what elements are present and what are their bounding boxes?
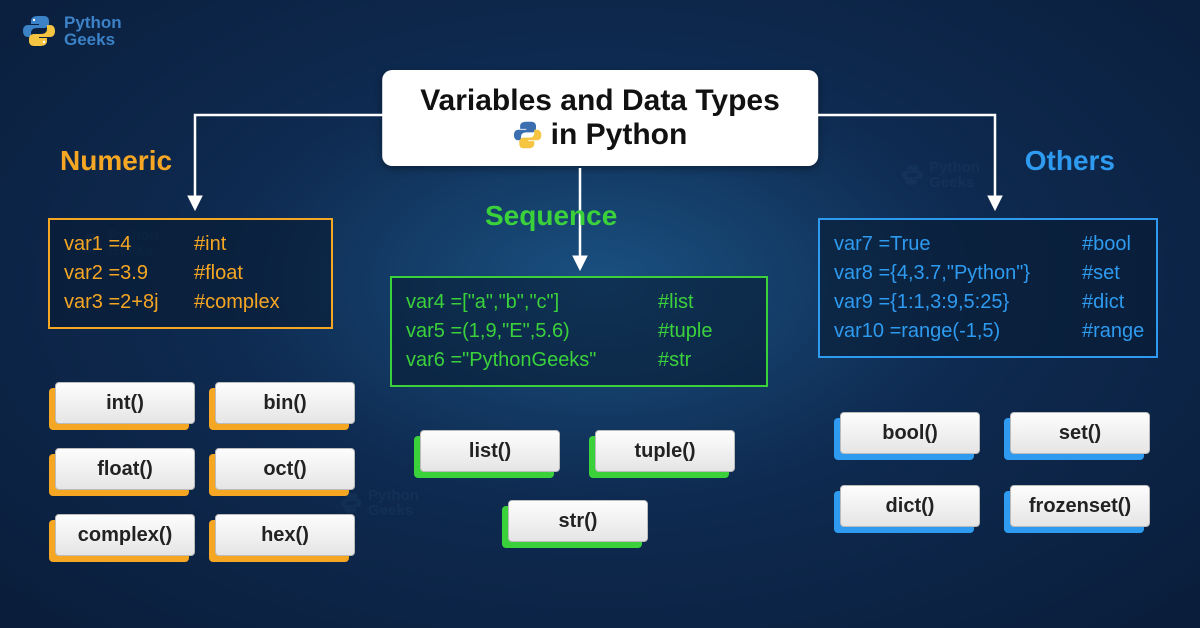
- brand-text-line2: Geeks: [64, 31, 122, 48]
- function-hex: hex(): [215, 514, 355, 556]
- code-row: var4 =["a","b","c"]#list: [406, 288, 752, 317]
- code-row: var1 =4#int: [64, 230, 317, 259]
- title-line2-text: in Python: [551, 118, 688, 152]
- diagram-title: Variables and Data Types in Python: [382, 70, 818, 166]
- code-box-others: var7 =True#bool var8 ={4,3.7,"Python"}#s…: [818, 218, 1158, 358]
- function-str: str(): [508, 500, 648, 542]
- code-row: var3 =2+8j#complex: [64, 288, 317, 317]
- function-oct: oct(): [215, 448, 355, 490]
- function-complex: complex(): [55, 514, 195, 556]
- category-label-sequence: Sequence: [485, 200, 617, 232]
- function-bool: bool(): [840, 412, 980, 454]
- code-row: var7 =True#bool: [834, 230, 1142, 259]
- title-line2: in Python: [420, 118, 780, 152]
- code-row: var10 =range(-1,5)#range: [834, 317, 1142, 346]
- arrow-to-others: [800, 110, 1020, 220]
- code-row: var2 =3.9#float: [64, 259, 317, 288]
- arrow-to-numeric: [180, 110, 400, 220]
- python-icon: [513, 120, 543, 150]
- brand-logo: Python Geeks: [22, 14, 122, 48]
- brand-text-line1: Python: [64, 14, 122, 31]
- function-bin: bin(): [215, 382, 355, 424]
- code-row: var8 ={4,3.7,"Python"}#set: [834, 259, 1142, 288]
- title-line1: Variables and Data Types: [420, 84, 780, 118]
- code-row: var5 =(1,9,"E",5.6)#tuple: [406, 317, 752, 346]
- brand-text: Python Geeks: [64, 14, 122, 48]
- function-set: set(): [1010, 412, 1150, 454]
- function-tuple: tuple(): [595, 430, 735, 472]
- function-dict: dict(): [840, 485, 980, 527]
- code-row: var6 ="PythonGeeks"#str: [406, 346, 752, 375]
- category-label-others: Others: [1025, 145, 1115, 177]
- function-frozenset: frozenset(): [1010, 485, 1150, 527]
- category-label-numeric: Numeric: [60, 145, 172, 177]
- code-row: var9 ={1:1,3:9,5:25}#dict: [834, 288, 1142, 317]
- function-float: float(): [55, 448, 195, 490]
- function-list: list(): [420, 430, 560, 472]
- function-int: int(): [55, 382, 195, 424]
- python-logo-icon: [22, 14, 56, 48]
- code-box-sequence: var4 =["a","b","c"]#list var5 =(1,9,"E",…: [390, 276, 768, 387]
- code-box-numeric: var1 =4#int var2 =3.9#float var3 =2+8j#c…: [48, 218, 333, 329]
